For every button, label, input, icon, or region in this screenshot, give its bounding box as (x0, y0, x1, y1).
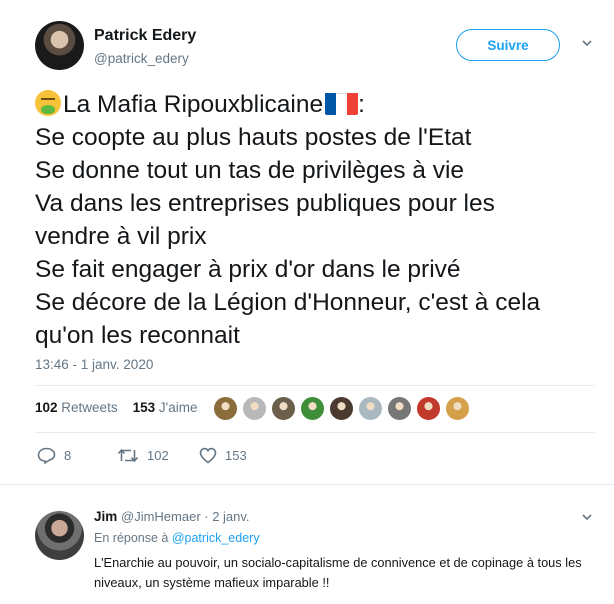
author-avatar[interactable] (35, 21, 84, 70)
like-count: 153 (225, 448, 247, 463)
reply-author-meta[interactable]: @JimHemaer · 2 janv. (121, 509, 250, 524)
tweet-text: La Mafia Ripouxblicaine: Se coopte au pl… (35, 88, 605, 352)
liker-avatar-8-icon[interactable] (416, 396, 441, 421)
retweets-stat[interactable]: 102 Retweets (35, 400, 118, 415)
author-handle[interactable]: @patrick_edery (94, 51, 189, 66)
chevron-down-icon[interactable] (582, 38, 592, 48)
likes-label: J'aime (158, 400, 198, 415)
france-flag-icon (325, 92, 359, 115)
tweet-line: La Mafia Ripouxblicaine: (35, 88, 605, 121)
reply-count: 8 (64, 448, 72, 463)
tweet-line: Se donne tout un tas de privilèges à vie (35, 157, 465, 184)
retweet-icon (117, 448, 139, 463)
flag-stripe-red (347, 93, 359, 115)
liker-avatar-1-icon[interactable] (213, 396, 238, 421)
tweet-line: Se décore de la Légion d'Honneur, c'est … (35, 289, 541, 316)
tweet-line: Se coopte au plus hauts postes de l'Etat (35, 124, 472, 151)
nauseated-face-icon (35, 90, 61, 116)
liker-avatar-3-icon[interactable] (271, 396, 296, 421)
flag-stripe-white (336, 93, 348, 115)
likes-count: 153 (132, 400, 156, 415)
divider (0, 484, 614, 485)
reply-author-name[interactable]: Jim (94, 509, 117, 524)
tweet-line-suffix: : (358, 91, 365, 118)
chevron-down-icon[interactable] (582, 512, 592, 522)
reply-author-avatar[interactable] (35, 511, 84, 560)
liker-avatar-9-icon[interactable] (445, 396, 470, 421)
retweet-count: 102 (147, 448, 169, 463)
in-reply-to-prefix: En réponse à (94, 531, 169, 545)
tweet-line: vendre à vil prix (35, 223, 207, 250)
follow-button[interactable]: Suivre (456, 29, 560, 61)
like-button[interactable]: 153 (199, 447, 247, 464)
liker-avatar-7-icon[interactable] (387, 396, 412, 421)
tweet-timestamp[interactable]: 13:46 - 1 janv. 2020 (35, 357, 153, 372)
author-name[interactable]: Patrick Edery (94, 27, 196, 45)
tweet-line-text: La Mafia Ripouxblicaine (63, 91, 324, 118)
divider (35, 432, 595, 433)
tweet-line: qu'on les reconnait (35, 322, 240, 349)
liker-avatar-5-icon[interactable] (329, 396, 354, 421)
retweets-label: Retweets (61, 400, 118, 415)
divider (35, 385, 595, 386)
reply-icon (37, 447, 56, 464)
reply-text: L'Enarchie au pouvoir, un socialo-capita… (94, 555, 582, 590)
liker-avatar-2-icon[interactable] (242, 396, 267, 421)
liker-avatar-4-icon[interactable] (300, 396, 325, 421)
retweet-button[interactable]: 102 (117, 447, 169, 464)
heart-icon (199, 447, 217, 464)
tweet-stats: 102 Retweets 153 J'aime (35, 400, 197, 415)
reply-button[interactable]: 8 (37, 447, 71, 464)
in-reply-to: En réponse à @patrick_edery (94, 531, 260, 545)
tweet-line: Va dans les entreprises publiques pour l… (35, 190, 495, 217)
tweet-line: Se fait engager à prix d'or dans le priv… (35, 256, 461, 283)
likes-stat[interactable]: 153 J'aime (133, 400, 198, 415)
flag-stripe-blue (325, 93, 337, 115)
retweets-count: 102 (35, 400, 58, 415)
in-reply-to-handle[interactable]: @patrick_edery (172, 531, 260, 545)
liker-avatar-6-icon[interactable] (358, 396, 383, 421)
